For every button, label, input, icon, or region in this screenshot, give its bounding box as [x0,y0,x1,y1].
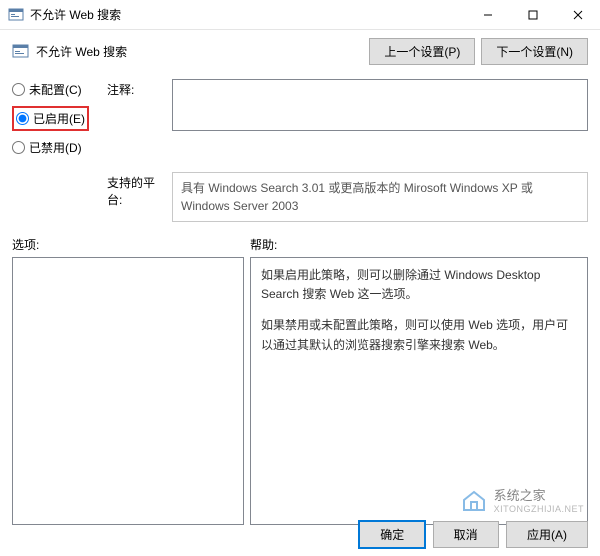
radio-enabled-label: 已启用(E) [33,110,85,127]
policy-header: 不允许 Web 搜索 上一个设置(P) 下一个设置(N) [12,38,588,65]
radio-enabled-input[interactable] [16,112,29,125]
window-title: 不允许 Web 搜索 [30,6,465,23]
watermark-name: 系统之家 [494,485,584,504]
platform-text: 具有 Windows Search 3.01 或更高版本的 Mirosoft W… [172,172,588,222]
app-icon [8,7,24,23]
watermark-icon [460,486,488,514]
comment-label: 注释: [107,79,172,98]
comment-textbox[interactable] [172,79,588,131]
watermark: 系统之家 XITONGZHIJIA.NET [460,485,584,514]
minimize-button[interactable] [465,0,510,30]
cancel-button[interactable]: 取消 [433,521,499,548]
radio-disabled-input[interactable] [12,141,25,154]
maximize-button[interactable] [510,0,555,30]
radio-not-configured[interactable]: 未配置(C) [12,81,107,98]
radio-not-configured-label: 未配置(C) [29,81,82,98]
footer-buttons: 确定 取消 应用(A) [355,521,588,548]
radio-not-configured-input[interactable] [12,83,25,96]
enabled-highlight: 已启用(E) [12,106,89,131]
radio-disabled[interactable]: 已禁用(D) [12,139,107,156]
radio-enabled[interactable]: 已启用(E) [16,110,85,127]
watermark-url: XITONGZHIJIA.NET [494,504,584,514]
titlebar: 不允许 Web 搜索 [0,0,600,30]
prev-setting-button[interactable]: 上一个设置(P) [369,38,475,65]
next-setting-button[interactable]: 下一个设置(N) [481,38,588,65]
platform-label: 支持的平台: [107,172,172,208]
close-button[interactable] [555,0,600,30]
policy-icon [12,43,30,61]
options-panel [12,257,244,525]
radio-disabled-label: 已禁用(D) [29,139,82,156]
ok-button[interactable]: 确定 [359,521,425,548]
help-paragraph-1: 如果启用此策略，则可以删除通过 Windows Desktop Search 搜… [261,266,577,304]
options-label: 选项: [12,236,250,253]
apply-button[interactable]: 应用(A) [506,521,588,548]
state-radio-group: 未配置(C) 已启用(E) 已禁用(D) [12,79,107,164]
help-label: 帮助: [250,236,277,253]
policy-title: 不允许 Web 搜索 [36,43,363,60]
help-paragraph-2: 如果禁用或未配置此策略，则可以使用 Web 选项，用户可以通过其默认的浏览器搜索… [261,316,577,354]
